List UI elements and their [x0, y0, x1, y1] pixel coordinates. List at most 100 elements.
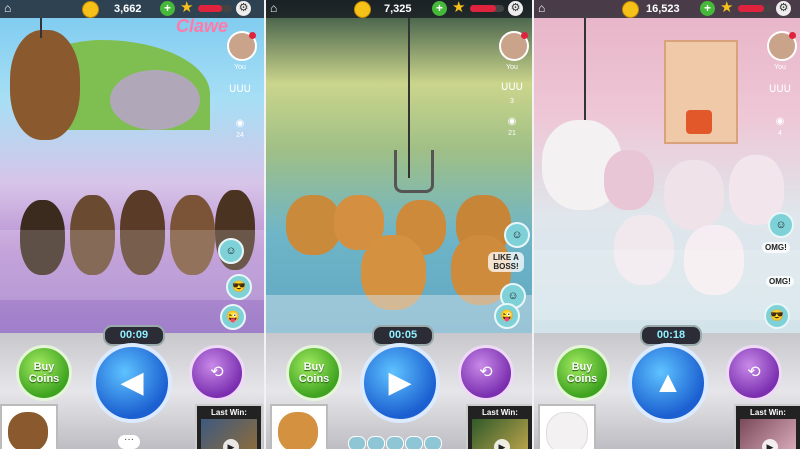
emoji-chip[interactable]: [405, 436, 423, 449]
eye-icon: ◉: [235, 118, 245, 129]
emoji-reaction-icon[interactable]: ☺: [768, 212, 794, 238]
up-arrow-icon: ▲: [653, 366, 683, 399]
play-icon[interactable]: ▶: [762, 439, 778, 449]
up-arrow-button[interactable]: ▲: [628, 343, 708, 423]
last-win-panel[interactable]: Last Win: ▶: [734, 404, 800, 449]
play-icon[interactable]: ▶: [223, 439, 239, 449]
switch-camera-button[interactable]: ⟲: [726, 345, 782, 401]
fireplace-fire: [686, 110, 712, 134]
emoji-reaction-icon[interactable]: ☺: [504, 222, 530, 248]
camera-icon: ⟲: [479, 364, 493, 381]
last-win-label: Last Win:: [750, 408, 786, 417]
coin-balance: 7,325: [384, 3, 412, 15]
left-arrow-icon: ◀: [120, 366, 144, 399]
prize-thumbnail[interactable]: [538, 404, 596, 449]
notification-dot: [249, 32, 256, 39]
add-coins-icon[interactable]: +: [700, 1, 715, 16]
sunglasses-emoji-icon[interactable]: 😎: [764, 303, 790, 329]
emoji-chip[interactable]: [424, 436, 442, 449]
notification-dot: [521, 32, 528, 39]
viewers-count: 21: [508, 130, 516, 137]
left-arrow-button[interactable]: ◀: [92, 343, 172, 423]
grabbed-plush: [10, 30, 80, 140]
cat-plush: [664, 160, 724, 230]
wink-emoji-icon[interactable]: 😜: [494, 303, 520, 329]
more-options-icon[interactable]: ···: [118, 435, 140, 449]
last-win-panel[interactable]: Last Win: ▶: [466, 404, 532, 449]
settings-icon[interactable]: ⚙: [776, 1, 791, 16]
last-win-video: ▶: [201, 419, 257, 449]
switch-camera-button[interactable]: ⟲: [458, 345, 514, 401]
buy-coins-button[interactable]: Buy Coins: [286, 345, 342, 401]
game-panel-3: ⌂ 16,523 + ★ ⚙ You ᑌᑌᑌ ◉ 4 ☺ OMG! OMG! 😎…: [534, 0, 800, 449]
coin-icon: [354, 1, 371, 18]
xp-bar: [738, 5, 772, 12]
claw-machine-view: [266, 0, 532, 335]
sunglasses-emoji-icon[interactable]: 😎: [226, 274, 252, 300]
switch-camera-button[interactable]: ⟲: [189, 345, 245, 401]
emoji-reaction-icon[interactable]: ☺: [218, 238, 244, 264]
players-icon: ᑌᑌᑌ: [501, 82, 523, 93]
machine-sign: Clawe: [176, 16, 229, 36]
omg-bubble[interactable]: OMG!: [762, 242, 790, 253]
right-arrow-icon: ▶: [388, 366, 412, 399]
game-panel-1: Clawe ⌂ 3,662 + ★ ⚙ You ᑌᑌᑌ ◉ 24 ☺ 😎 😜 0…: [0, 0, 264, 449]
emoji-chip[interactable]: [348, 436, 366, 449]
play-icon[interactable]: ▶: [494, 439, 510, 449]
claw-machine-view: [534, 0, 800, 335]
wink-emoji-icon[interactable]: 😜: [220, 304, 246, 330]
machine-glass: [534, 250, 800, 320]
top-bar: ⌂ 3,662 + ★ ⚙: [0, 0, 264, 18]
claw: [394, 150, 434, 193]
top-bar: ⌂ 16,523 + ★ ⚙: [534, 0, 800, 18]
coin-icon: [622, 1, 639, 18]
players-count: 3: [510, 98, 514, 105]
prize-image: [278, 412, 318, 449]
omg-bubble[interactable]: OMG!: [766, 276, 794, 287]
home-icon[interactable]: ⌂: [270, 2, 282, 14]
players-icon: ᑌᑌᑌ: [229, 84, 251, 95]
add-coins-icon[interactable]: +: [432, 1, 447, 16]
viewers-count: 24: [236, 132, 244, 139]
camera-icon: ⟲: [210, 364, 224, 381]
last-win-panel[interactable]: Last Win: ▶: [195, 404, 263, 449]
prize-image: [8, 412, 48, 449]
avatar[interactable]: [767, 31, 797, 61]
buy-coins-button[interactable]: Buy Coins: [16, 345, 72, 401]
claw-machine-view: Clawe: [0, 0, 264, 335]
last-win-video: ▶: [740, 419, 796, 449]
top-bar: ⌂ 7,325 + ★ ⚙: [266, 0, 532, 18]
viewers-count: 4: [778, 130, 782, 137]
level-star-icon: ★: [452, 0, 466, 16]
emoji-chip[interactable]: [367, 436, 385, 449]
settings-icon[interactable]: ⚙: [508, 1, 523, 16]
add-coins-icon[interactable]: +: [160, 1, 175, 16]
xp-bar-fill: [198, 5, 222, 12]
buy-coins-button[interactable]: Buy Coins: [554, 345, 610, 401]
level-star-icon: ★: [720, 0, 734, 16]
like-a-boss-bubble[interactable]: LIKE A BOSS!: [488, 252, 524, 272]
level-star-icon: ★: [180, 0, 194, 16]
you-label: You: [506, 64, 518, 71]
you-label: You: [774, 64, 786, 71]
sheep-cloud: [110, 70, 200, 130]
prize-image: [546, 412, 588, 449]
settings-icon[interactable]: ⚙: [236, 1, 251, 16]
players-icon: ᑌᑌᑌ: [769, 84, 791, 95]
coin-icon: [82, 1, 99, 18]
walrus-plush: [286, 195, 341, 255]
avatar[interactable]: [227, 31, 257, 61]
right-arrow-button[interactable]: ▶: [360, 343, 440, 423]
last-win-label: Last Win:: [482, 408, 518, 417]
prize-thumbnail[interactable]: [0, 404, 58, 449]
claw-cable: [40, 18, 42, 38]
cat-plush: [604, 150, 654, 210]
home-icon[interactable]: ⌂: [4, 2, 16, 14]
avatar[interactable]: [499, 31, 529, 61]
emoji-chip-row: [348, 436, 443, 449]
emoji-chip[interactable]: [386, 436, 404, 449]
game-panel-2: ⌂ 7,325 + ★ ⚙ You ᑌᑌᑌ 3 ◉ 21 ☺ LIKE A BO…: [266, 0, 532, 449]
home-icon[interactable]: ⌂: [538, 2, 550, 14]
xp-bar-fill: [470, 5, 496, 12]
prize-thumbnail[interactable]: [270, 404, 328, 449]
